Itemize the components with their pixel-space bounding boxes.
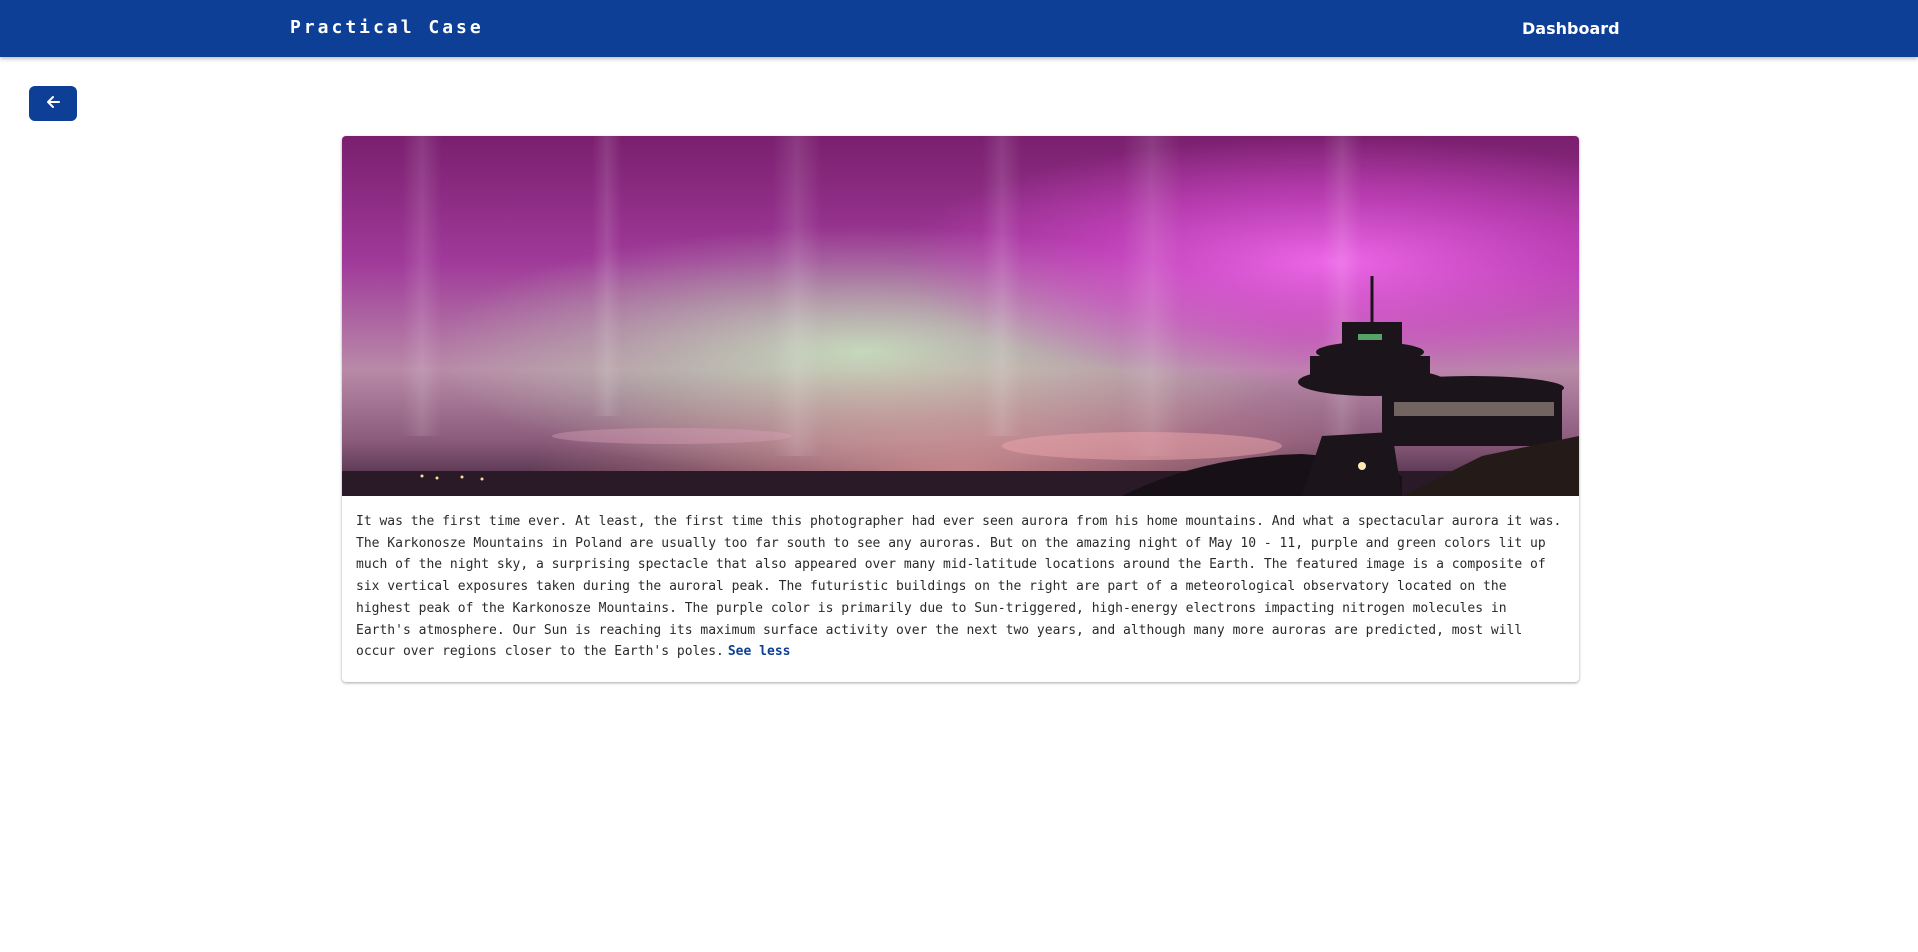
aurora-image [342, 136, 1579, 496]
back-button[interactable] [29, 86, 77, 121]
arrow-left-icon [45, 94, 61, 114]
nav-dashboard-link[interactable]: Dashboard [1522, 19, 1620, 38]
app-bar: Practical Case Dashboard [0, 0, 1918, 57]
card-description: It was the first time ever. At least, th… [356, 511, 1568, 663]
content-card: It was the first time ever. At least, th… [342, 136, 1579, 682]
app-title: Practical Case [290, 17, 484, 38]
see-less-link[interactable]: See less [728, 644, 791, 659]
description-text: It was the first time ever. At least, th… [356, 514, 1562, 660]
